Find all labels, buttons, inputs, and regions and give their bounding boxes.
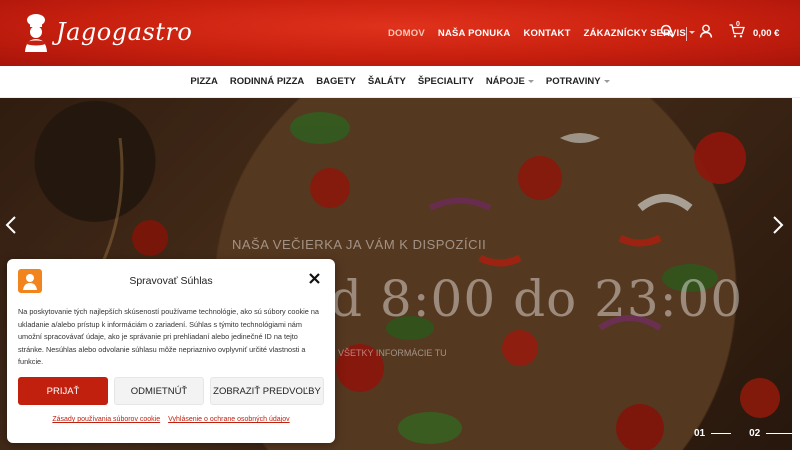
chevron-left-icon[interactable] [5,216,19,234]
cookie-consent-dialog: Spravovať Súhlas Na poskytovanie tých na… [7,259,335,443]
page-scrollbar[interactable] [792,98,800,450]
slide-indicators: 01 02 [694,428,792,439]
slide-indicator-2[interactable]: 02 [749,428,792,439]
nav-item-contact[interactable]: KONTAKT [523,28,570,39]
category-pizza[interactable]: PIZZA [190,76,217,87]
category-groceries-label: POTRAVINY [545,76,601,87]
accept-button[interactable]: PRIJAŤ [18,377,108,405]
deny-button[interactable]: ODMIETNÚŤ [114,377,204,405]
category-drinks[interactable]: NÁPOJE [486,76,534,87]
header-icons: 0 0,00 € [660,21,779,43]
nav-item-offer[interactable]: NAŠA PONUKA [438,28,511,39]
category-groceries[interactable]: POTRAVINY [546,76,610,87]
category-specialities[interactable]: ŠPECIALITY [418,76,474,87]
cart-count-badge: 0 [736,21,740,28]
consent-links: Zásady používania súborov cookie Vyhláse… [7,416,335,423]
site-header: Jagogastro DOMOV NAŠA PONUKA KONTAKT ZÁK… [0,0,800,66]
slide-indicator-line [711,433,732,434]
category-drinks-label: NÁPOJE [485,76,525,87]
consent-text: Na poskytovanie tých najlepších skúsenos… [18,307,319,366]
category-baguettes[interactable]: BAGETY [316,76,356,87]
slide-indicator-1-label: 01 [694,428,706,439]
chef-icon [22,12,50,52]
slide-indicator-2-label: 02 [749,428,761,439]
cookie-policy-link[interactable]: Zásady používania súborov cookie [52,416,160,423]
category-salads[interactable]: ŠALÁTY [368,76,406,87]
search-icon[interactable] [660,24,674,43]
slide-indicator-line [766,433,792,434]
cart-total[interactable]: 0,00 € [753,28,779,39]
hero-hours: d 8:00 do 23:00 [330,270,744,328]
privacy-statement-link[interactable]: Vyhlásenie o ochrane osobných údajov [168,416,290,423]
slide-indicator-1[interactable]: 01 [694,428,732,439]
chevron-down-icon [603,79,610,83]
view-preferences-button[interactable]: ZOBRAZIŤ PREDVOĽBY [210,377,324,405]
nav-item-home[interactable]: DOMOV [388,28,425,39]
main-nav: DOMOV NAŠA PONUKA KONTAKT ZÁKAZNÍCKY SER… [388,0,695,66]
category-family-pizza[interactable]: RODINNÁ PIZZA [230,76,304,87]
close-icon[interactable] [309,273,320,285]
user-icon[interactable] [699,24,713,43]
chevron-right-icon[interactable] [772,216,786,234]
header-divider [686,26,687,41]
consent-title: Spravovať Súhlas [129,275,213,287]
chevron-down-icon [527,79,534,83]
hero-subtitle[interactable]: VŠETKY INFORMÁCIE TU [338,348,447,358]
hero-kicker: NAŠA VEČIERKA JA VÁM K DISPOZÍCII [232,237,487,252]
brand-logo[interactable]: Jagogastro [22,12,192,52]
category-nav: PIZZA RODINNÁ PIZZA BAGETY ŠALÁTY ŠPECIA… [0,66,800,98]
brand-name: Jagogastro [56,18,193,46]
